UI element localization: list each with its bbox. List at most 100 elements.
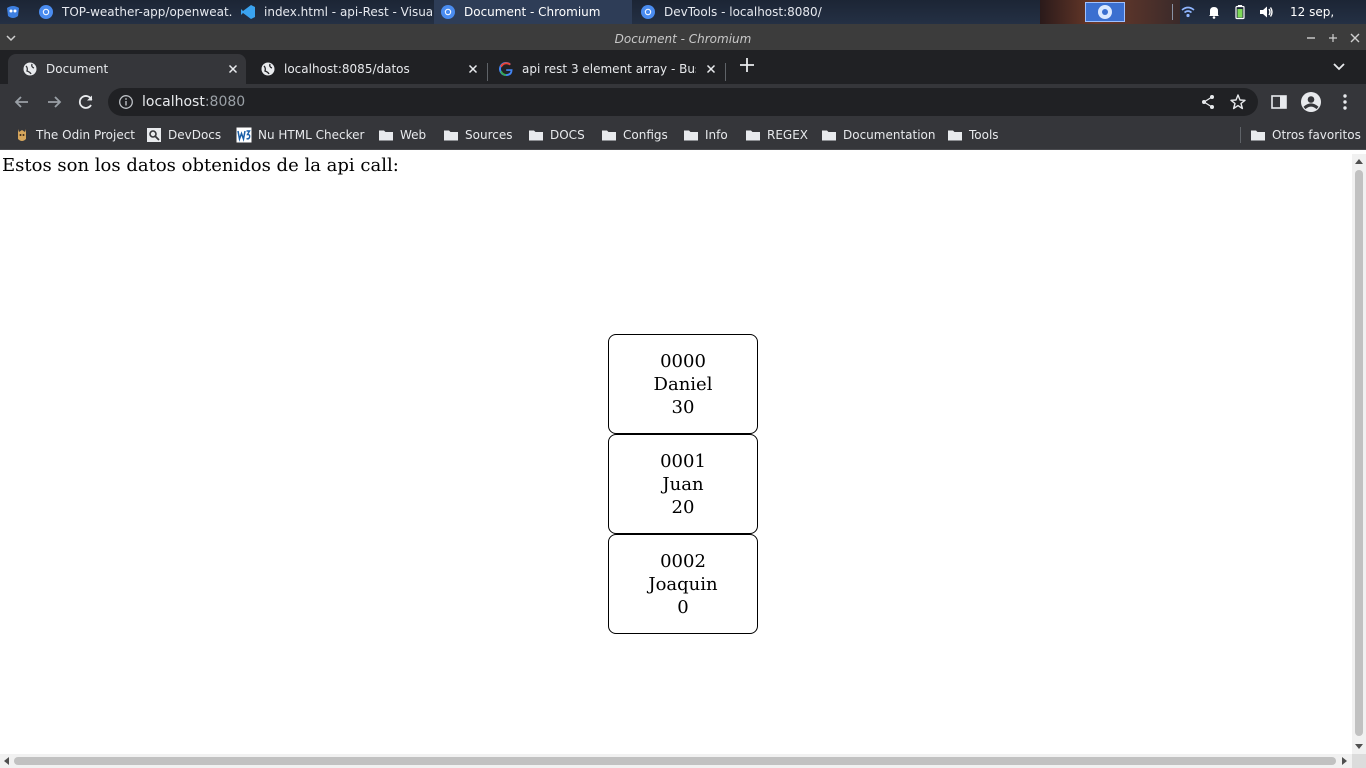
tray-separator <box>1172 4 1173 20</box>
tab-document[interactable]: Document <box>8 54 246 84</box>
volume-icon[interactable] <box>1258 4 1274 20</box>
horizontal-scrollbar[interactable] <box>0 754 1352 768</box>
record-age: 20 <box>671 497 695 518</box>
minimize-icon[interactable] <box>1304 31 1318 45</box>
bookmark-label: DOCS <box>550 128 585 142</box>
bookmark-label: Tools <box>969 128 999 142</box>
folder-icon <box>746 130 760 141</box>
tab-google-search[interactable]: api rest 3 element array - Busca <box>484 54 724 84</box>
tab-search-chevron-icon[interactable] <box>1330 57 1348 75</box>
folder-icon <box>602 130 616 141</box>
folder-icon <box>529 130 543 141</box>
tab-label: localhost:8085/datos <box>284 62 410 76</box>
bookmark-label: Documentation <box>843 128 936 142</box>
bookmarks-separator <box>1240 127 1241 143</box>
bookmark-label: Info <box>705 128 728 142</box>
profile-avatar-icon[interactable] <box>1300 91 1322 113</box>
bookmark-folder-documentation[interactable]: Documentation <box>821 126 936 144</box>
scroll-down-arrow-icon[interactable] <box>1355 742 1363 750</box>
chromium-icon <box>441 5 455 19</box>
record-id: 0002 <box>660 551 706 572</box>
record-name: Daniel <box>653 374 713 395</box>
vertical-scroll-thumb[interactable] <box>1355 170 1363 736</box>
back-arrow-icon[interactable] <box>12 92 32 112</box>
bookmark-folder-web[interactable]: Web <box>378 126 426 144</box>
battery-icon[interactable] <box>1232 4 1248 20</box>
record-name: Joaquin <box>648 574 718 595</box>
folder-icon <box>684 130 698 141</box>
site-info-icon[interactable] <box>118 94 134 110</box>
horizontal-scroll-thumb[interactable] <box>14 757 1336 765</box>
bookmark-folder-info[interactable]: Info <box>683 126 728 144</box>
taskbar-task-label: TOP-weather-app/openweat... <box>62 5 232 19</box>
maximize-icon[interactable] <box>1326 31 1340 45</box>
bell-icon[interactable] <box>1206 4 1222 20</box>
bookmark-devdocs[interactable]: DevDocs <box>146 126 221 144</box>
taskbar-task-vscode[interactable]: index.html - api-Rest - Visual... <box>234 0 432 24</box>
forward-arrow-icon[interactable] <box>44 92 64 112</box>
bookmark-label: Sources <box>465 128 513 142</box>
tab-label: api rest 3 element array - Busca <box>522 62 696 76</box>
taskbar-task-chromium-document[interactable]: Document - Chromium <box>434 0 632 24</box>
record-id: 0001 <box>660 451 706 472</box>
record-age: 0 <box>677 597 689 618</box>
chromium-icon <box>641 5 655 19</box>
close-tab-icon[interactable] <box>226 62 240 76</box>
tab-strip: Document localhost:8085/datos api rest 3… <box>0 50 1366 84</box>
close-window-icon[interactable] <box>1348 31 1362 45</box>
folder-icon <box>1251 130 1265 141</box>
taskbar-task-weather-app[interactable]: TOP-weather-app/openweat... <box>32 0 232 24</box>
bookmarks-bar: The Odin Project DevDocs Nu HTML Checker… <box>0 120 1366 150</box>
wifi-icon[interactable] <box>1180 4 1196 20</box>
record-card: 0001 Juan 20 <box>608 434 758 534</box>
window-title: Document - Chromium <box>614 32 752 46</box>
record-id: 0000 <box>660 351 706 372</box>
vertical-scrollbar[interactable] <box>1352 154 1366 754</box>
bookmark-label: Configs <box>623 128 668 142</box>
scrollbar-corner <box>1352 754 1366 768</box>
kebab-menu-icon[interactable] <box>1334 91 1356 113</box>
window-titlebar[interactable]: Document - Chromium <box>0 28 1366 50</box>
bookmark-label: Nu HTML Checker <box>258 128 365 142</box>
bookmark-the-odin-project[interactable]: The Odin Project <box>14 126 135 144</box>
bookmark-star-icon[interactable] <box>1229 93 1247 111</box>
scroll-right-arrow-icon[interactable] <box>1340 757 1348 765</box>
url-port: :8080 <box>204 94 246 110</box>
url-host: localhost <box>142 94 205 110</box>
bookmark-nu-html-checker[interactable]: Nu HTML Checker <box>236 126 364 144</box>
side-panel-icon[interactable] <box>1268 91 1290 113</box>
close-tab-icon[interactable] <box>466 62 480 76</box>
bookmark-folder-regex[interactable]: REGEX <box>745 126 808 144</box>
app-launcher-icon[interactable] <box>4 3 22 21</box>
bookmark-label: Otros favoritos <box>1272 128 1361 142</box>
browser-toolbar: localhost:8080 <box>0 84 1366 120</box>
bookmark-folder-configs[interactable]: Configs <box>601 126 668 144</box>
scroll-left-arrow-icon[interactable] <box>3 757 11 765</box>
folder-icon <box>948 130 962 141</box>
taskbar-clock[interactable]: 12 sep, 22:46 <box>1290 0 1366 43</box>
devdocs-icon <box>147 128 161 142</box>
taskbar-task-devtools[interactable]: DevTools - localhost:8080/ <box>634 0 834 24</box>
tab-localhost-datos[interactable]: localhost:8085/datos <box>246 54 486 84</box>
globe-icon <box>261 62 275 76</box>
bookmark-folder-other-favorites[interactable]: Otros favoritos <box>1250 126 1361 144</box>
folder-icon <box>379 130 393 141</box>
tray-chromium-button[interactable] <box>1085 2 1125 22</box>
google-icon <box>499 62 513 77</box>
share-icon[interactable] <box>1199 93 1217 111</box>
bookmark-folder-sources[interactable]: Sources <box>443 126 512 144</box>
page-heading: Estos son los datos obtenidos de la api … <box>2 155 399 176</box>
reload-icon[interactable] <box>76 92 96 112</box>
scroll-up-arrow-icon[interactable] <box>1355 158 1363 166</box>
address-bar[interactable]: localhost:8080 <box>108 88 1258 116</box>
folder-icon <box>822 130 836 141</box>
close-tab-icon[interactable] <box>704 62 718 76</box>
folder-icon <box>444 130 458 141</box>
bookmark-folder-docs[interactable]: DOCS <box>528 126 585 144</box>
new-tab-plus-icon[interactable] <box>737 55 757 75</box>
tab-separator <box>725 63 726 81</box>
bookmark-label: Web <box>400 128 427 142</box>
bookmark-label: REGEX <box>767 128 809 142</box>
odin-icon <box>18 129 26 141</box>
bookmark-folder-tools[interactable]: Tools <box>947 126 999 144</box>
